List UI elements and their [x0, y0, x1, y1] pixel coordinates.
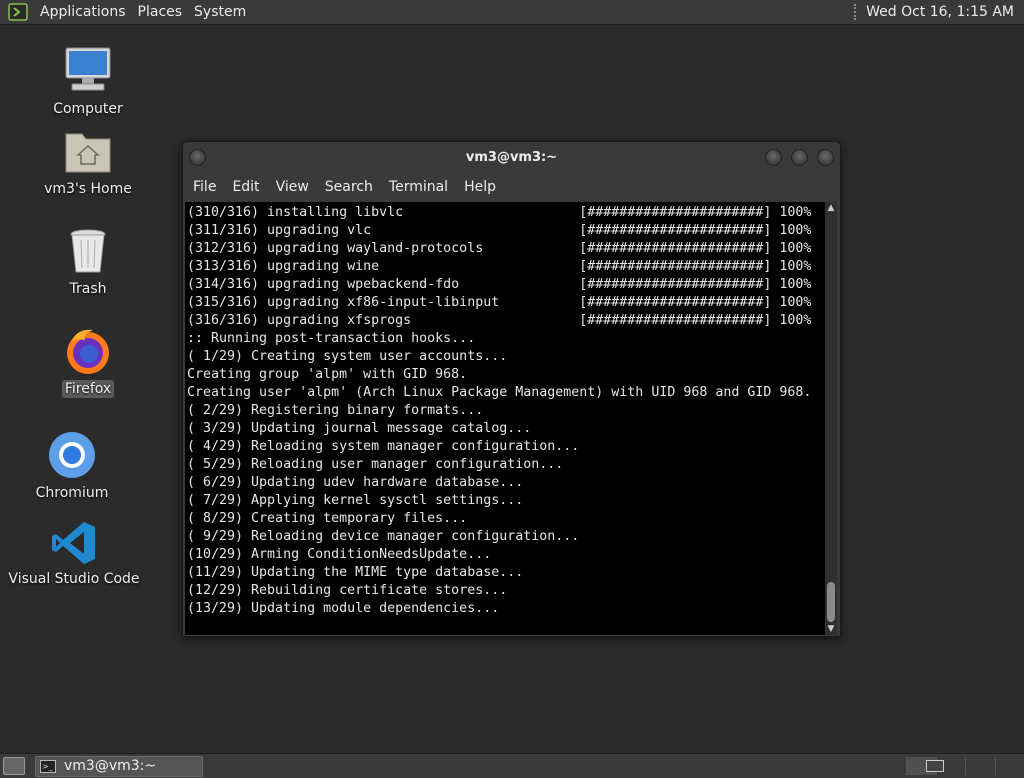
- vscode-icon: [51, 520, 97, 566]
- scroll-down-arrow-icon[interactable]: ▼: [825, 623, 837, 635]
- terminal-line: ( 4/29) Reloading system manager configu…: [187, 439, 580, 454]
- terminal-line: Creating group 'alpm' with GID 968.: [187, 367, 468, 382]
- workspace-3[interactable]: [965, 757, 995, 775]
- terminal-line: (315/316) upgrading xf86-input-libinput …: [187, 295, 812, 310]
- menu-view[interactable]: View: [268, 179, 317, 195]
- terminal-line: ( 1/29) Creating system user accounts...: [187, 349, 508, 364]
- show-desktop-icon[interactable]: [3, 757, 25, 775]
- workspace-switcher[interactable]: [906, 757, 1024, 775]
- clock[interactable]: Wed Oct 16, 1:15 AM: [866, 4, 1024, 20]
- desktop-icon-chromium[interactable]: Chromium: [2, 430, 142, 502]
- system-menu[interactable]: System: [188, 4, 252, 20]
- taskbar-terminal-button[interactable]: >_ vm3@vm3:~: [35, 755, 203, 777]
- window-title: vm3@vm3:~: [465, 150, 558, 165]
- desktop-icon-label: Firefox: [61, 380, 115, 398]
- terminal-line: :: Running post-transaction hooks...: [187, 331, 476, 346]
- desktop-icon-label: Trash: [69, 281, 107, 297]
- minimize-button[interactable]: [765, 149, 782, 166]
- terminal-line: (11/29) Updating the MIME type database.…: [187, 565, 524, 580]
- menu-help[interactable]: Help: [456, 179, 504, 195]
- desktop-icon-label: Visual Studio Code: [8, 571, 140, 587]
- terminal-line: ( 6/29) Updating udev hardware database.…: [187, 475, 524, 490]
- desktop-icon-firefox[interactable]: Firefox: [18, 326, 158, 398]
- terminal-line: (310/316) installing libvlc [###########…: [187, 205, 812, 220]
- terminal-line: (10/29) Arming ConditionNeedsUpdate...: [187, 547, 492, 562]
- applications-logo-icon[interactable]: [8, 2, 30, 22]
- workspace-window-preview: [926, 760, 944, 772]
- terminal-line: (316/316) upgrading xfsprogs [##########…: [187, 313, 812, 328]
- window-menu-button[interactable]: [189, 149, 206, 166]
- terminal-line: ( 3/29) Updating journal message catalog…: [187, 421, 532, 436]
- terminal-line: (312/316) upgrading wayland-protocols [#…: [187, 241, 812, 256]
- scroll-up-arrow-icon[interactable]: ▲: [825, 202, 837, 214]
- terminal-scrollbar[interactable]: ▲ ▼: [825, 202, 837, 635]
- workspace-4[interactable]: [994, 757, 1024, 775]
- terminal-menubar: File Edit View Search Terminal Help: [183, 173, 840, 201]
- menu-search[interactable]: Search: [317, 179, 381, 195]
- terminal-titlebar[interactable]: vm3@vm3:~: [183, 142, 840, 173]
- desktop-icon-computer[interactable]: Computer: [18, 44, 158, 118]
- desktop-icon-trash[interactable]: Trash: [18, 226, 158, 298]
- menu-terminal[interactable]: Terminal: [381, 179, 456, 195]
- terminal-output[interactable]: (310/316) installing libvlc [###########…: [185, 202, 827, 635]
- terminal-window[interactable]: vm3@vm3:~ File Edit View Search Terminal…: [182, 141, 841, 637]
- terminal-line: (311/316) upgrading vlc [###############…: [187, 223, 812, 238]
- desktop-icon-label: vm3's Home: [44, 181, 132, 197]
- panel-separator: [854, 4, 858, 20]
- scrollbar-thumb[interactable]: [827, 582, 835, 622]
- desktop-icon-label: Chromium: [35, 485, 109, 501]
- home-folder-icon: [62, 126, 114, 176]
- terminal-line: (13/29) Updating module dependencies...: [187, 601, 500, 616]
- maximize-button[interactable]: [791, 149, 808, 166]
- trash-icon: [66, 226, 110, 276]
- terminal-line: ( 2/29) Registering binary formats...: [187, 403, 484, 418]
- terminal-line: ( 8/29) Creating temporary files...: [187, 511, 468, 526]
- menu-file[interactable]: File: [185, 179, 224, 195]
- desktop-icon-label: Computer: [53, 101, 123, 117]
- terminal-line: ( 7/29) Applying kernel sysctl settings.…: [187, 493, 524, 508]
- firefox-icon: [63, 326, 113, 376]
- terminal-line: ( 9/29) Reloading device manager configu…: [187, 529, 580, 544]
- menu-edit[interactable]: Edit: [224, 179, 267, 195]
- top-panel: Applications Places System Wed Oct 16, 1…: [0, 0, 1024, 25]
- terminal-line: (314/316) upgrading wpebackend-fdo [####…: [187, 277, 812, 292]
- applications-menu[interactable]: Applications: [34, 4, 132, 20]
- places-menu[interactable]: Places: [132, 4, 189, 20]
- close-button[interactable]: [817, 149, 834, 166]
- terminal-line: Creating user 'alpm' (Arch Linux Package…: [187, 385, 812, 400]
- terminal-line: (313/316) upgrading wine [##############…: [187, 259, 812, 274]
- terminal-line: (12/29) Rebuilding certificate stores...: [187, 583, 508, 598]
- terminal-icon: >_: [40, 759, 56, 773]
- computer-icon: [62, 44, 114, 96]
- chromium-icon: [47, 430, 97, 480]
- terminal-text: (310/316) installing libvlc [###########…: [185, 202, 827, 618]
- desktop-icon-home[interactable]: vm3's Home: [18, 126, 158, 198]
- bottom-panel: >_ vm3@vm3:~: [0, 753, 1024, 778]
- terminal-line: ( 5/29) Reloading user manager configura…: [187, 457, 564, 472]
- taskbar-window-label: vm3@vm3:~: [64, 758, 157, 774]
- desktop-icon-vscode[interactable]: Visual Studio Code: [4, 520, 144, 588]
